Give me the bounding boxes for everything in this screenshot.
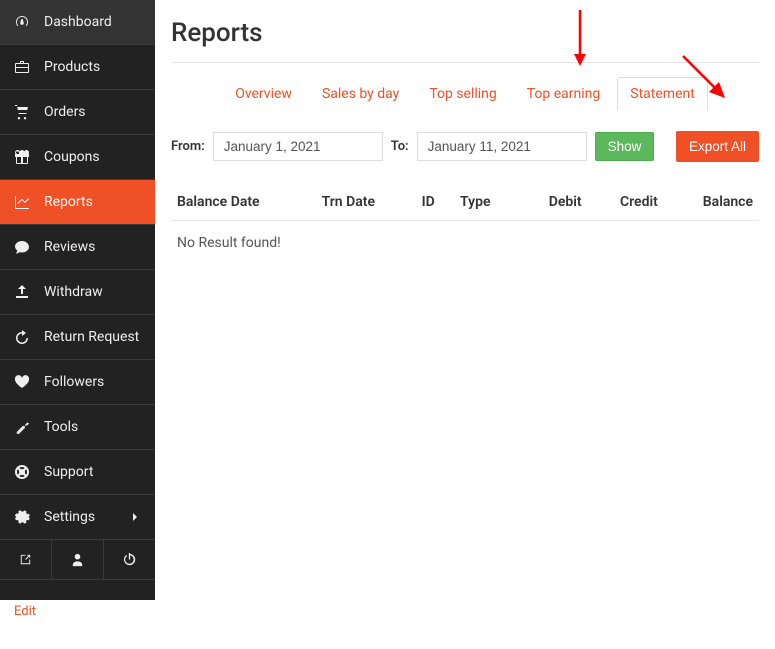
sidebar-item-label: Reports (44, 194, 141, 210)
col-type: Type (454, 184, 519, 221)
tab-overview[interactable]: Overview (222, 77, 305, 111)
tab-statement[interactable]: Statement (617, 77, 708, 111)
table-header-row: Balance Date Trn Date ID Type Debit Cred… (171, 184, 759, 221)
col-balance: Balance (664, 184, 759, 221)
filter-row: From: To: Show Export All (171, 131, 759, 162)
show-button[interactable]: Show (595, 132, 655, 161)
upload-icon (14, 284, 30, 300)
sidebar-item-label: Reviews (44, 239, 141, 255)
chart-line-icon (14, 194, 30, 210)
edit-link[interactable]: Edit (0, 600, 775, 623)
col-debit: Debit (519, 184, 588, 221)
undo-icon (14, 329, 30, 345)
sidebar-item-reports[interactable]: Reports (0, 180, 155, 225)
sidebar-item-label: Followers (44, 374, 141, 390)
tab-sales-by-day[interactable]: Sales by day (309, 77, 412, 111)
sidebar-item-label: Settings (44, 509, 117, 525)
col-balance-date: Balance Date (171, 184, 316, 221)
sidebar-item-reviews[interactable]: Reviews (0, 225, 155, 270)
briefcase-icon (14, 59, 30, 75)
divider (171, 62, 759, 63)
dashboard-icon (14, 14, 30, 30)
export-all-button[interactable]: Export All (676, 131, 759, 162)
empty-message: No Result found! (171, 221, 759, 266)
sidebar-item-settings[interactable]: Settings (0, 495, 155, 540)
sidebar-item-return-request[interactable]: Return Request (0, 315, 155, 360)
col-trn-date: Trn Date (316, 184, 416, 221)
wrench-icon (14, 419, 30, 435)
report-tabs: Overview Sales by day Top selling Top ea… (171, 77, 759, 111)
power-button[interactable] (104, 540, 155, 579)
sidebar-item-coupons[interactable]: Coupons (0, 135, 155, 180)
chevron-right-icon (131, 513, 141, 521)
sidebar: Dashboard Products Orders Coupons Report… (0, 0, 155, 600)
to-label: To: (391, 139, 409, 154)
page-title: Reports (171, 18, 759, 48)
to-date-input[interactable] (417, 132, 587, 161)
sidebar-item-tools[interactable]: Tools (0, 405, 155, 450)
table-row-empty: No Result found! (171, 221, 759, 266)
main-content: Reports Overview Sales by day Top sellin… (155, 0, 775, 600)
life-ring-icon (14, 464, 30, 480)
tab-top-earning[interactable]: Top earning (514, 77, 614, 111)
sidebar-bottom-row (0, 540, 155, 580)
sidebar-item-support[interactable]: Support (0, 450, 155, 495)
sidebar-item-withdraw[interactable]: Withdraw (0, 270, 155, 315)
sidebar-item-label: Coupons (44, 149, 141, 165)
sidebar-item-followers[interactable]: Followers (0, 360, 155, 405)
sidebar-item-label: Orders (44, 104, 141, 120)
from-date-input[interactable] (213, 132, 383, 161)
external-link-button[interactable] (0, 540, 52, 579)
col-id: ID (416, 184, 454, 221)
heart-icon (14, 374, 30, 390)
statement-table: Balance Date Trn Date ID Type Debit Cred… (171, 184, 759, 265)
sidebar-item-products[interactable]: Products (0, 45, 155, 90)
sidebar-item-label: Dashboard (44, 14, 141, 30)
sidebar-item-label: Return Request (44, 329, 141, 345)
user-button[interactable] (52, 540, 104, 579)
sidebar-item-orders[interactable]: Orders (0, 90, 155, 135)
sidebar-item-label: Support (44, 464, 141, 480)
sidebar-item-dashboard[interactable]: Dashboard (0, 0, 155, 45)
sidebar-item-label: Products (44, 59, 141, 75)
tab-top-selling[interactable]: Top selling (416, 77, 509, 111)
gear-icon (14, 509, 30, 525)
gift-icon (14, 149, 30, 165)
sidebar-item-label: Withdraw (44, 284, 141, 300)
from-label: From: (171, 139, 205, 154)
col-credit: Credit (588, 184, 664, 221)
sidebar-item-label: Tools (44, 419, 141, 435)
comment-icon (14, 239, 30, 255)
cart-icon (14, 104, 30, 120)
